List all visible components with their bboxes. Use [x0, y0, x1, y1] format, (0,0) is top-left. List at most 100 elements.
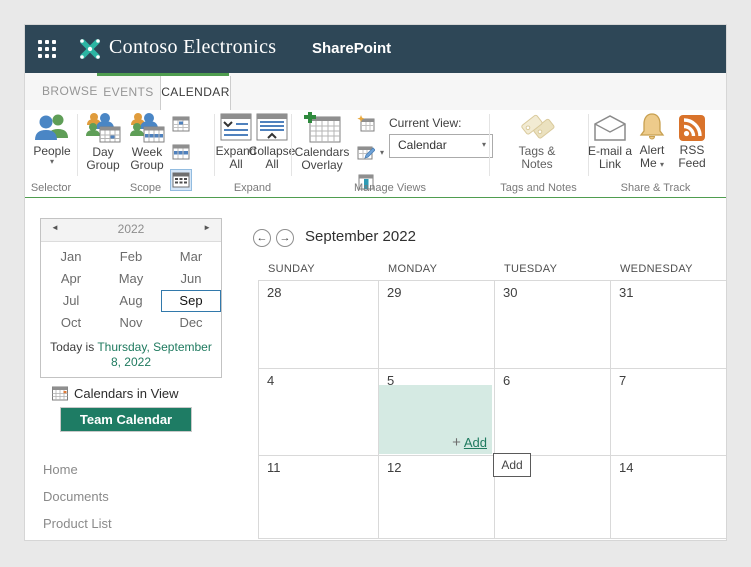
date-number: 29 — [387, 285, 402, 300]
mini-cal-month[interactable]: Jan — [41, 246, 101, 268]
team-calendar-button[interactable]: Team Calendar — [60, 407, 192, 432]
calendar-day-cell[interactable]: 12 — [378, 455, 494, 538]
chevron-down-icon: ▾ — [481, 140, 486, 149]
day-header-tuesday: TUESDAY — [504, 263, 558, 275]
next-month-button[interactable]: → — [276, 229, 294, 247]
alert-me-label: Alert Me ▾ — [639, 143, 665, 170]
rss-feed-button[interactable]: RSS Feed — [672, 112, 712, 170]
selected-day-highlight[interactable]: + Add — [379, 385, 492, 454]
mini-cal-month[interactable]: Apr — [41, 268, 101, 290]
group-label-expand: Expand — [233, 182, 272, 194]
chevron-down-icon: ▾ — [49, 157, 54, 166]
create-view-icon[interactable] — [355, 113, 377, 135]
mini-cal-month[interactable]: Aug — [101, 290, 161, 312]
tab-events[interactable]: EVENTS — [97, 76, 160, 110]
date-number: 6 — [503, 373, 511, 388]
add-tooltip: Add — [493, 453, 531, 477]
tags-icon — [521, 114, 555, 139]
sidebar-item-home[interactable]: Home — [43, 462, 78, 477]
suite-bar: Contoso Electronics SharePoint — [25, 25, 726, 73]
tab-calendar[interactable]: CALENDAR — [160, 76, 231, 110]
today-prefix: Today is — [50, 340, 95, 354]
date-number: 28 — [267, 285, 282, 300]
mini-cal-month[interactable]: Mar — [161, 246, 221, 268]
sharepoint-window: Contoso Electronics SharePoint BROWSE EV… — [25, 25, 726, 540]
mini-calendar-months: Jan Feb Mar Apr May Jun Jul Aug Sep Oct … — [41, 242, 221, 336]
calendar-day-cell[interactable]: 14 — [610, 455, 726, 538]
rss-icon — [679, 115, 705, 141]
day-header-wednesday: WEDNESDAY — [620, 263, 693, 275]
envelope-icon — [594, 115, 626, 141]
collapse-all-button[interactable]: Collapse All — [248, 112, 296, 171]
calendar-day-cell[interactable]: 30 — [494, 280, 610, 368]
group-label-selector: Selector — [30, 182, 72, 194]
email-link-button[interactable]: E-mail a Link — [586, 112, 634, 171]
group-label-share-track: Share & Track — [620, 182, 691, 194]
mini-calendar-year: 2022 — [117, 222, 145, 236]
calendar-day-cell[interactable]: 6 — [494, 368, 610, 455]
month-grid: 28 29 30 31 4 5 6 7 11 12 13 14 + Add Ad… — [258, 280, 726, 539]
sidebar-item-product-list[interactable]: Product List — [43, 516, 112, 531]
mini-cal-month[interactable]: Dec — [161, 312, 221, 334]
chevron-down-icon: ▾ — [380, 148, 385, 157]
mini-cal-month[interactable]: Nov — [101, 312, 161, 334]
contoso-logo-icon — [80, 39, 100, 59]
calendar-day-cell[interactable]: 4 — [258, 368, 378, 455]
expand-all-icon — [220, 113, 252, 141]
modify-view-icon[interactable]: ▾ — [355, 142, 384, 164]
tags-notes-button[interactable]: Tags & Notes — [513, 112, 561, 171]
group-label-tags-and-notes: Tags and Notes — [500, 182, 577, 194]
mini-cal-month[interactable]: Feb — [101, 246, 161, 268]
day-header-monday: MONDAY — [388, 263, 438, 275]
mini-cal-month[interactable]: Jun — [161, 268, 221, 290]
current-view-dropdown[interactable]: Calendar ▾ — [389, 134, 493, 158]
collapse-all-label: Collapse All — [248, 144, 296, 171]
calendar-day-cell[interactable]: 28 — [258, 280, 378, 368]
today-date-link[interactable]: Thursday, September 8, 2022 — [97, 340, 212, 369]
week-view-icon[interactable] — [170, 141, 192, 163]
plus-icon: + — [452, 434, 461, 451]
page-content: ◄ 2022 ► Jan Feb Mar Apr May Jun Jul Aug… — [25, 198, 726, 540]
calendar-day-cell[interactable]: 11 — [258, 455, 378, 538]
group-label-manage-views: Manage Views — [354, 182, 426, 194]
scope-view-stack — [170, 113, 192, 191]
rss-feed-label: RSS Feed — [678, 143, 706, 170]
week-group-icon — [130, 113, 165, 143]
date-number: 31 — [619, 285, 634, 300]
people-button[interactable]: People ▾ — [29, 112, 75, 166]
day-group-button[interactable]: Day Group — [81, 112, 125, 172]
calendars-overlay-button[interactable]: Calendars Overlay — [294, 112, 350, 172]
tab-browse[interactable]: BROWSE — [42, 84, 98, 98]
sharepoint-label: SharePoint — [312, 40, 392, 57]
week-group-button[interactable]: Week Group — [125, 112, 169, 172]
date-number: 4 — [267, 373, 275, 388]
calendar-day-cell[interactable]: 7 — [610, 368, 726, 455]
app-launcher-icon[interactable] — [38, 40, 56, 58]
date-number: 11 — [267, 460, 281, 475]
next-year-icon[interactable]: ► — [203, 223, 211, 232]
tags-notes-label: Tags & Notes — [518, 144, 556, 171]
collapse-all-icon — [256, 113, 288, 141]
email-link-label: E-mail a Link — [587, 144, 632, 171]
day-view-icon[interactable] — [170, 113, 192, 135]
calendars-overlay-label: Calendars Overlay — [294, 145, 350, 172]
sidebar-item-documents[interactable]: Documents — [43, 489, 109, 504]
calendar-day-cell[interactable]: 29 — [378, 280, 494, 368]
mini-cal-month[interactable]: May — [101, 268, 161, 290]
group-label-scope: Scope — [129, 182, 162, 194]
alert-me-button[interactable]: Alert Me ▾ — [634, 112, 670, 170]
prev-month-button[interactable]: ← — [253, 229, 271, 247]
chevron-down-icon: ▾ — [660, 160, 665, 169]
month-title: September 2022 — [305, 228, 416, 245]
calendar-day-cell[interactable]: 31 — [610, 280, 726, 368]
add-event-link[interactable]: + Add — [452, 434, 487, 451]
date-number: 12 — [387, 460, 402, 475]
day-group-icon — [86, 113, 121, 143]
mini-cal-month-selected[interactable]: Sep — [161, 290, 221, 312]
mini-cal-month[interactable]: Jul — [41, 290, 101, 312]
date-number: 7 — [619, 373, 627, 388]
manage-view-stack: ▾ — [355, 113, 384, 193]
current-view-label: Current View: — [389, 116, 462, 130]
mini-cal-month[interactable]: Oct — [41, 312, 101, 334]
week-group-label: Week Group — [130, 145, 164, 172]
